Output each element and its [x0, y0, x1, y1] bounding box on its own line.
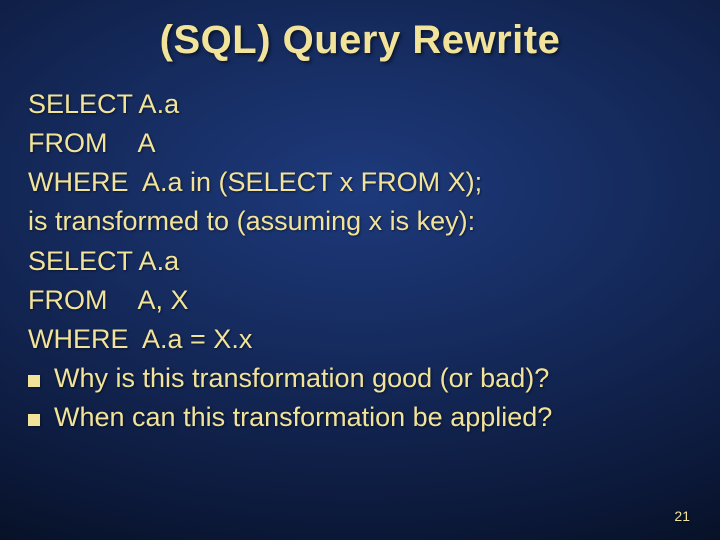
bullet-text: Why is this transformation good (or bad)…: [54, 359, 549, 398]
slide-title: (SQL) Query Rewrite: [28, 18, 692, 63]
slide-number: 21: [674, 508, 690, 524]
slide-body: SELECT A.a FROM A WHERE A.a in (SELECT x…: [28, 85, 692, 437]
code-line: FROM A: [28, 124, 692, 163]
code-line: FROM A, X: [28, 281, 692, 320]
slide: (SQL) Query Rewrite SELECT A.a FROM A WH…: [0, 0, 720, 540]
square-bullet-icon: [28, 414, 40, 426]
bullet-text: When can this transformation be applied?: [54, 398, 552, 437]
square-bullet-icon: [28, 375, 40, 387]
code-line: SELECT A.a: [28, 85, 692, 124]
bullet-item: Why is this transformation good (or bad)…: [28, 359, 692, 398]
bullet-item: When can this transformation be applied?: [28, 398, 692, 437]
code-line: WHERE A.a = X.x: [28, 320, 692, 359]
code-line: WHERE A.a in (SELECT x FROM X);: [28, 163, 692, 202]
text-line: is transformed to (assuming x is key):: [28, 202, 692, 241]
code-line: SELECT A.a: [28, 242, 692, 281]
